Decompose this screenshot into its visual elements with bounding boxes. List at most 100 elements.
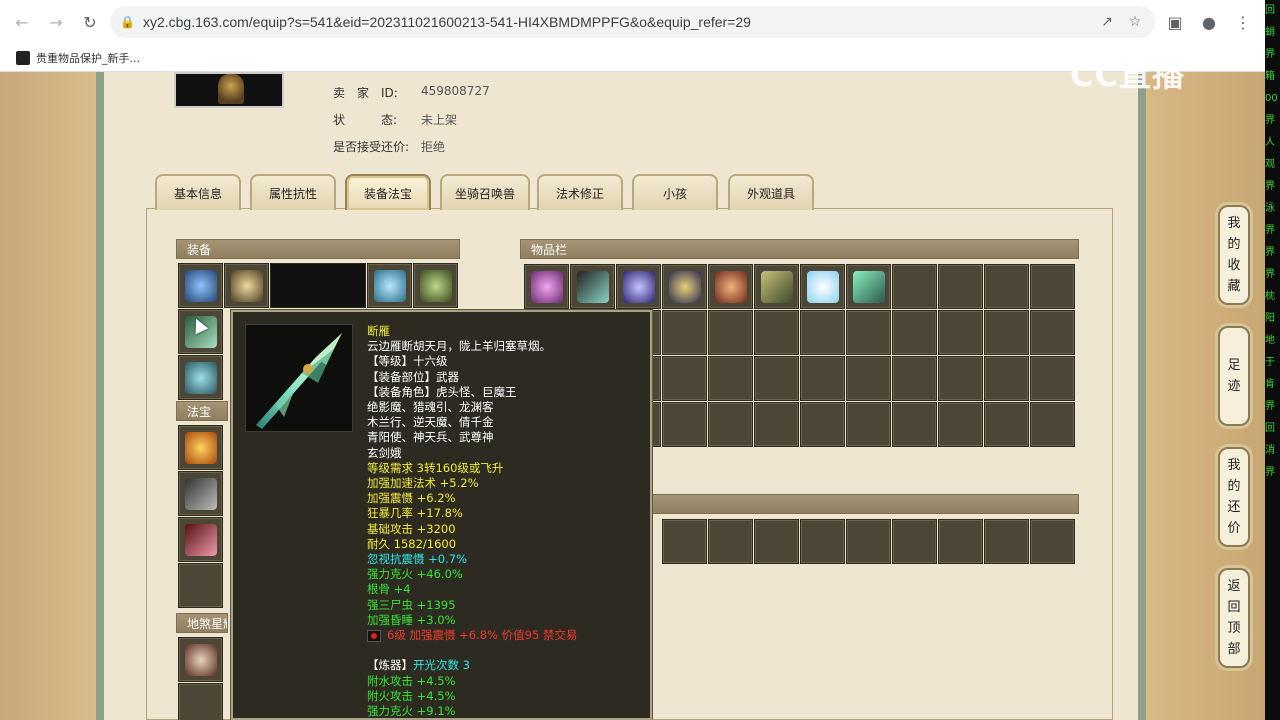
inventory-item-icon bbox=[853, 271, 885, 303]
inventory-slot[interactable] bbox=[984, 264, 1029, 309]
forward-arrow-icon[interactable]: → bbox=[42, 8, 70, 36]
tab-mounts-pets[interactable]: 坐骑召唤兽 bbox=[440, 174, 530, 210]
second-inventory-slot[interactable] bbox=[984, 519, 1029, 564]
inventory-slot[interactable] bbox=[1030, 310, 1075, 355]
lock-icon[interactable]: 🔒 bbox=[120, 15, 135, 29]
fabao-slot[interactable] bbox=[178, 425, 223, 470]
back-arrow-icon[interactable]: ← bbox=[8, 8, 36, 36]
profile-icon[interactable]: ● bbox=[1195, 8, 1223, 36]
inventory-slot[interactable] bbox=[800, 356, 845, 401]
tab-children[interactable]: 小孩 bbox=[632, 174, 718, 210]
inventory-slot[interactable] bbox=[524, 264, 569, 309]
boots-item-icon bbox=[185, 362, 217, 394]
dishaxing-slot[interactable] bbox=[178, 637, 223, 682]
tab-basic-info[interactable]: 基本信息 bbox=[155, 174, 241, 210]
inventory-slot[interactable] bbox=[754, 264, 799, 309]
inventory-slot[interactable] bbox=[662, 310, 707, 355]
second-inventory-slot[interactable] bbox=[708, 519, 753, 564]
tooltip-line: 6级 加强震慑 +6.8% 价值95 禁交易 bbox=[367, 628, 649, 643]
tooltip-line: 加强加速法术 +5.2% bbox=[367, 476, 479, 491]
inventory-slot[interactable] bbox=[570, 264, 615, 309]
inventory-slot[interactable] bbox=[984, 310, 1029, 355]
inventory-slot[interactable] bbox=[846, 264, 891, 309]
inventory-slot[interactable] bbox=[984, 356, 1029, 401]
inventory-slot[interactable] bbox=[892, 356, 937, 401]
inventory-slot[interactable] bbox=[662, 264, 707, 309]
seller-id-label: 卖 家 ID: bbox=[333, 86, 398, 100]
chat-fragment: 枕 bbox=[1265, 291, 1275, 302]
inventory-slot[interactable] bbox=[708, 310, 753, 355]
sidebar-toggle-icon[interactable]: ▣ bbox=[1161, 8, 1189, 36]
address-bar[interactable]: 🔒 xy2.cbg.163.com/equip?s=541&eid=202311… bbox=[110, 6, 1155, 38]
inventory-slot[interactable] bbox=[984, 402, 1029, 447]
inventory-slot[interactable] bbox=[800, 310, 845, 355]
inventory-slot[interactable] bbox=[938, 356, 983, 401]
inventory-slot[interactable] bbox=[892, 310, 937, 355]
share-icon[interactable]: ↗ bbox=[1097, 14, 1117, 30]
inventory-slot[interactable] bbox=[938, 264, 983, 309]
inventory-slot[interactable] bbox=[616, 264, 661, 309]
tab-equipment[interactable]: 装备法宝 bbox=[345, 174, 431, 210]
inventory-slot[interactable] bbox=[846, 310, 891, 355]
inventory-slot[interactable] bbox=[662, 402, 707, 447]
equip-slot[interactable] bbox=[413, 263, 458, 308]
fabao-slot[interactable] bbox=[178, 517, 223, 562]
inventory-slot[interactable] bbox=[1030, 356, 1075, 401]
bookmark-item[interactable]: 贵重物品保护_新手... bbox=[36, 50, 140, 66]
inventory-slot[interactable] bbox=[754, 402, 799, 447]
inventory-slot[interactable] bbox=[754, 356, 799, 401]
equip-slot-weapon-preview[interactable] bbox=[270, 263, 366, 308]
inventory-slot[interactable] bbox=[1030, 264, 1075, 309]
tooltip-line: 玄剑娥 bbox=[367, 445, 402, 460]
inventory-slot[interactable] bbox=[938, 310, 983, 355]
tab-spell-mods[interactable]: 法术修正 bbox=[537, 174, 623, 210]
second-inventory-slot[interactable] bbox=[1030, 519, 1075, 564]
inventory-slot[interactable] bbox=[846, 402, 891, 447]
inventory-slot[interactable] bbox=[892, 402, 937, 447]
inventory-slot[interactable] bbox=[708, 356, 753, 401]
inventory-slot[interactable] bbox=[800, 402, 845, 447]
tab-attributes[interactable]: 属性抗性 bbox=[250, 174, 336, 210]
second-inventory-slot[interactable] bbox=[754, 519, 799, 564]
url-text[interactable]: xy2.cbg.163.com/equip?s=541&eid=20231102… bbox=[143, 14, 1089, 30]
inventory-slot[interactable] bbox=[1030, 402, 1075, 447]
reload-icon[interactable]: ↻ bbox=[76, 8, 104, 36]
inventory-slot[interactable] bbox=[662, 356, 707, 401]
inventory-slot[interactable] bbox=[938, 402, 983, 447]
my-favorites-button[interactable]: 我的收藏 bbox=[1218, 205, 1250, 305]
menu-kebab-icon[interactable]: ⋮ bbox=[1229, 8, 1257, 36]
equip-slot[interactable] bbox=[178, 263, 223, 308]
second-inventory-slot[interactable] bbox=[938, 519, 983, 564]
inventory-slot[interactable] bbox=[708, 402, 753, 447]
second-inventory-slot[interactable] bbox=[800, 519, 845, 564]
tooltip-line: 【等级】十六级 bbox=[367, 354, 448, 369]
equip-slot[interactable] bbox=[367, 263, 412, 308]
equip-slot[interactable] bbox=[178, 355, 223, 400]
inventory-slot[interactable] bbox=[800, 264, 845, 309]
my-offers-button[interactable]: 我的还价 bbox=[1218, 447, 1250, 547]
second-inventory-slot[interactable] bbox=[662, 519, 707, 564]
tooltip-line: 附火攻击 +4.5% bbox=[367, 688, 456, 703]
browser-toolbar: ← → ↻ 🔒 xy2.cbg.163.com/equip?s=541&eid=… bbox=[0, 0, 1265, 44]
chat-fragment: 界 bbox=[1265, 269, 1275, 280]
inventory-slot[interactable] bbox=[846, 356, 891, 401]
chat-fragment: 消 bbox=[1265, 445, 1275, 456]
bookmark-star-icon[interactable]: ☆ bbox=[1125, 14, 1145, 30]
second-inventory-slot[interactable] bbox=[846, 519, 891, 564]
chat-fragment: 界 bbox=[1265, 401, 1275, 412]
equip-slot[interactable] bbox=[224, 263, 269, 308]
second-inventory-slot[interactable] bbox=[892, 519, 937, 564]
chat-fragment: 肯 bbox=[1265, 379, 1275, 390]
history-button[interactable]: 足迹 bbox=[1218, 326, 1250, 426]
dishaxing-slot[interactable] bbox=[178, 683, 223, 720]
tooltip-line: 狂暴几率 +17.8% bbox=[367, 506, 463, 521]
inventory-slot[interactable] bbox=[754, 310, 799, 355]
fabao-red-icon bbox=[185, 524, 217, 556]
fabao-slot[interactable] bbox=[178, 471, 223, 516]
inventory-slot[interactable] bbox=[892, 264, 937, 309]
back-to-top-button[interactable]: 返回顶部 bbox=[1218, 568, 1250, 668]
inventory-slot[interactable] bbox=[708, 264, 753, 309]
fabao-slot[interactable] bbox=[178, 563, 223, 608]
tab-appearance[interactable]: 外观道具 bbox=[728, 174, 814, 210]
chat-fragment: 回 bbox=[1265, 5, 1275, 16]
